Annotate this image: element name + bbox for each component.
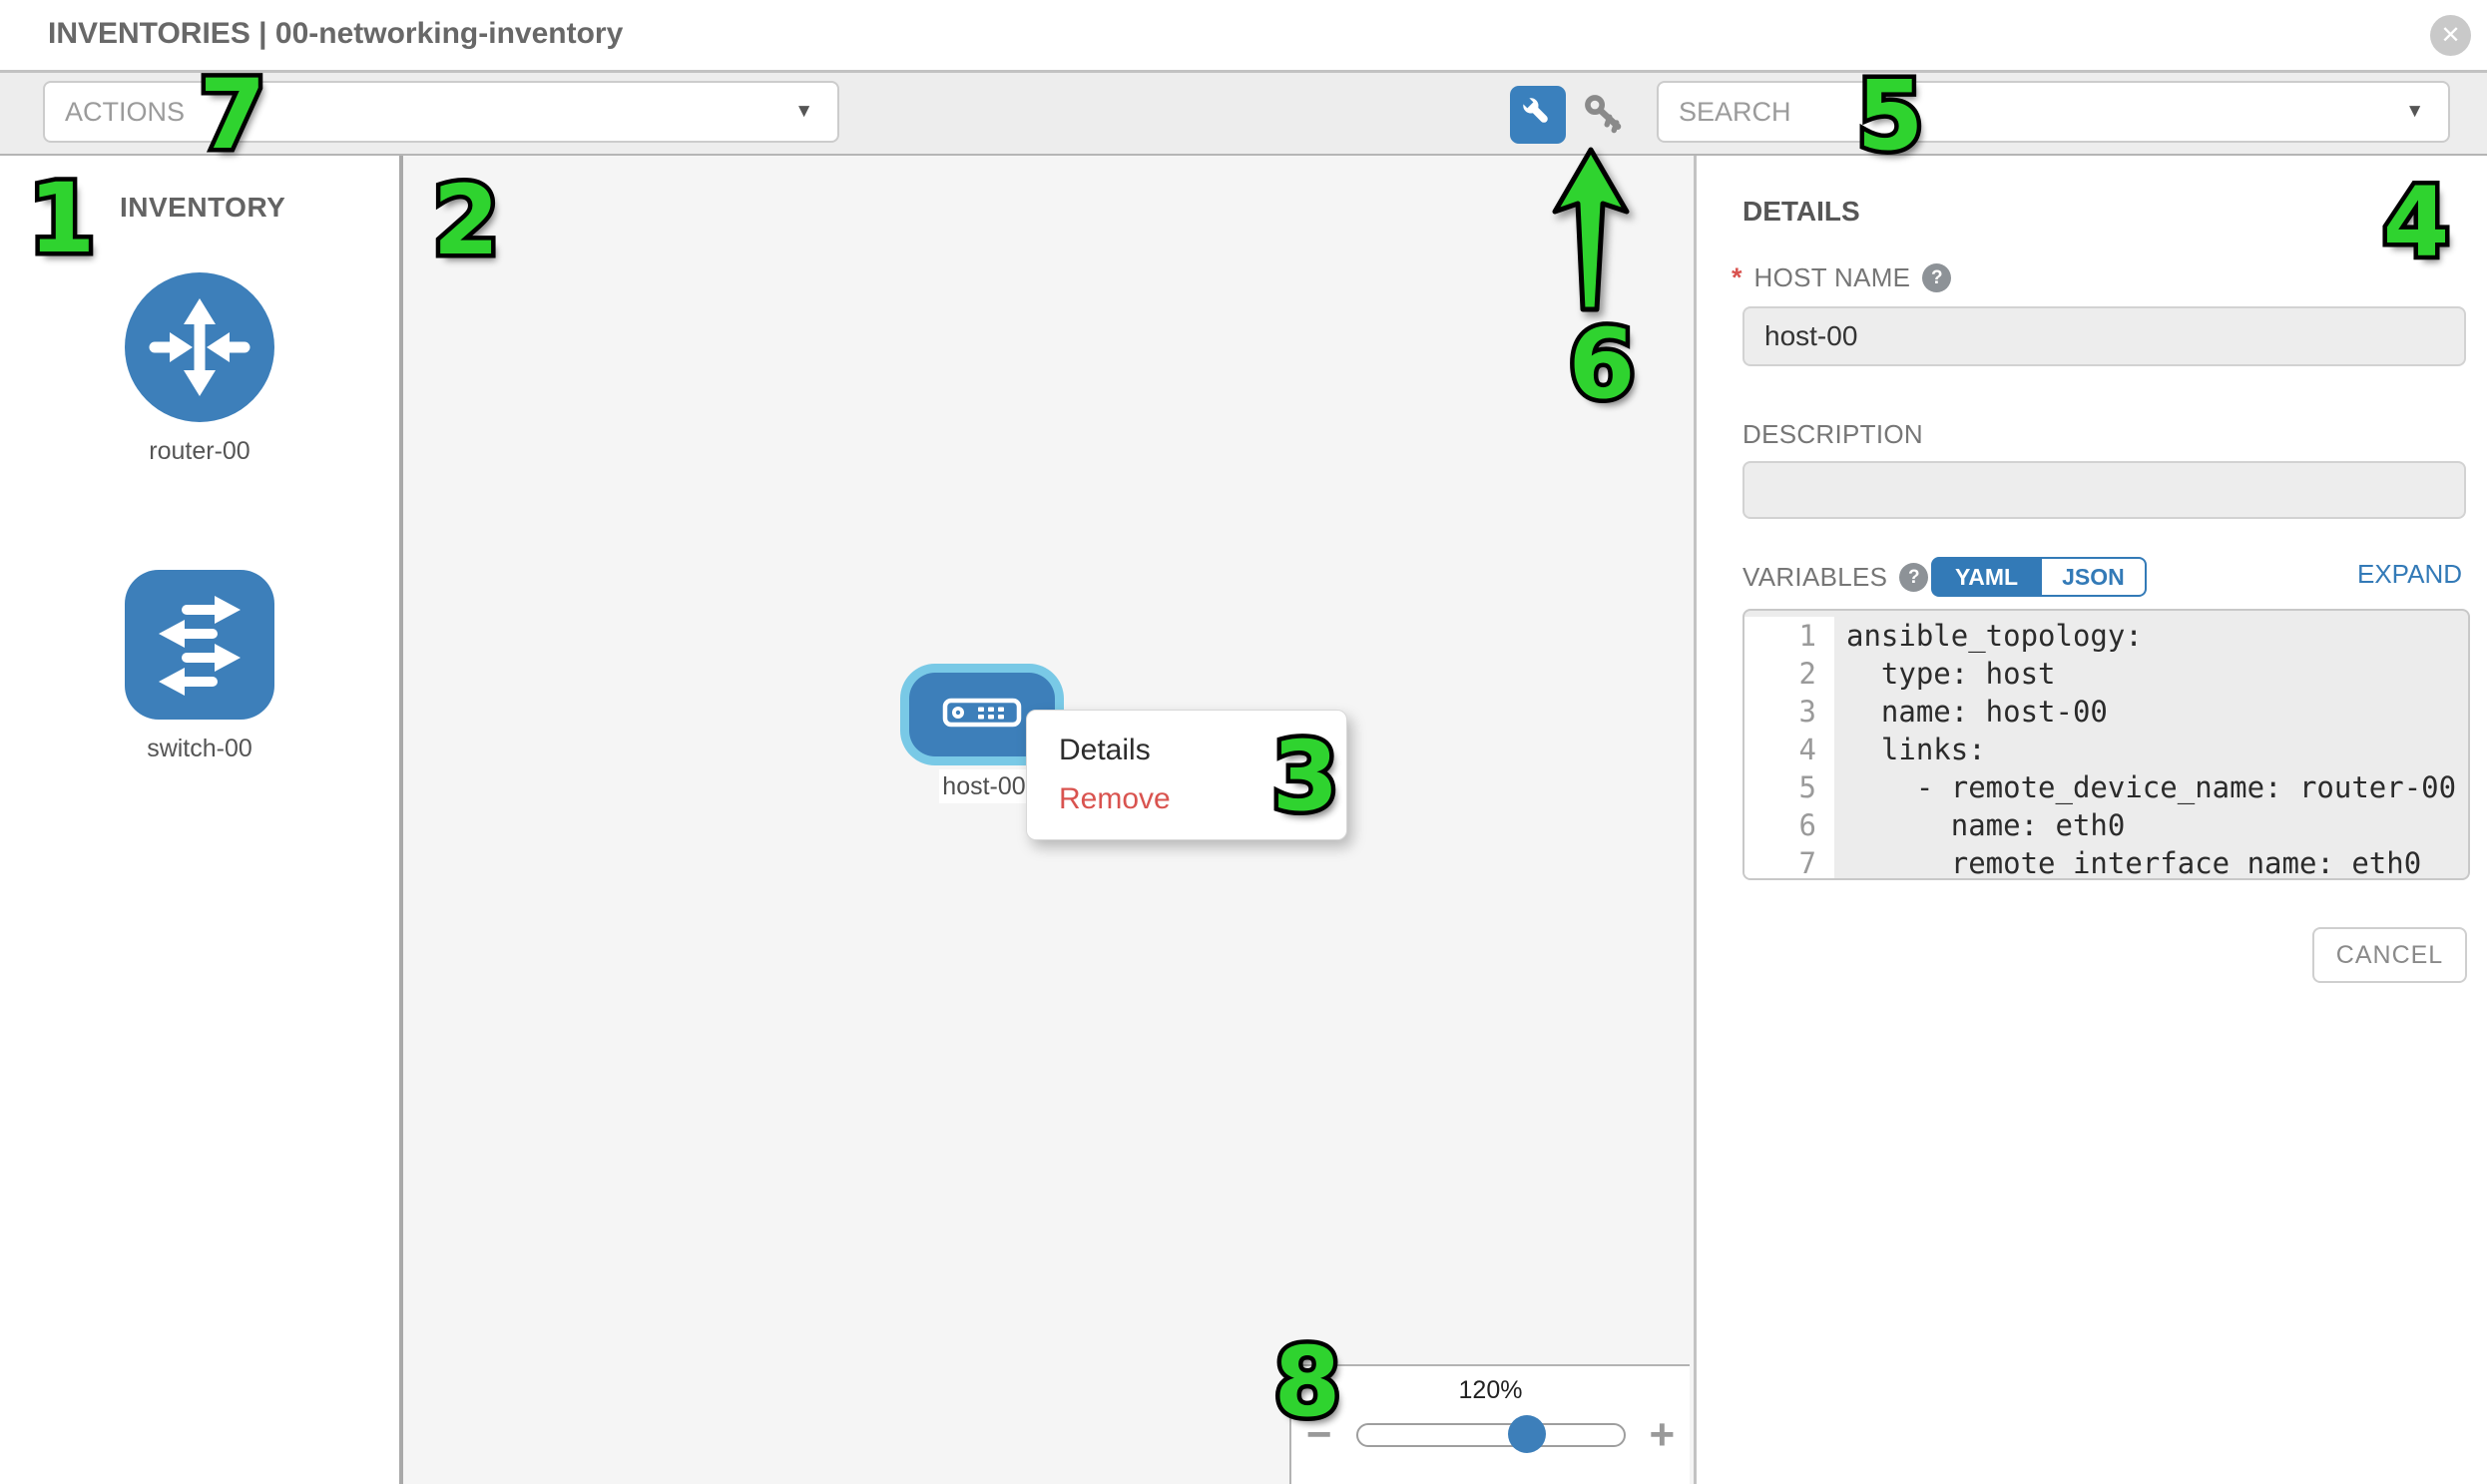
menu-item-remove[interactable]: Remove	[1059, 782, 1346, 816]
chevron-down-icon: ▼	[2405, 101, 2424, 123]
editor-line: 5 - remote_device_name: router-00	[1744, 768, 2468, 806]
line-text: remote_interface_name: eth0	[1834, 844, 2421, 880]
line-number: 4	[1744, 731, 1834, 768]
details-panel-title: DETAILS	[1742, 196, 1860, 228]
sidebar-item-router[interactable]: router-00	[125, 272, 274, 466]
zoom-slider-handle[interactable]	[1508, 1415, 1546, 1453]
line-text: ansible_topology:	[1834, 617, 2143, 655]
editor-line: 6 name: eth0	[1744, 806, 2468, 844]
editor-line: 4 links:	[1744, 731, 2468, 768]
actions-dropdown[interactable]: ACTIONS ▼	[43, 81, 839, 143]
zoom-out-button[interactable]: −	[1306, 1413, 1332, 1457]
required-asterisk: *	[1732, 262, 1742, 293]
zoom-level-value: 120%	[1291, 1376, 1690, 1405]
breadcrumb: INVENTORIES | 00-networking-inventory	[48, 17, 623, 51]
page-header: INVENTORIES | 00-networking-inventory ✕	[0, 0, 2487, 70]
switch-icon	[125, 707, 274, 724]
variables-label: VARIABLES	[1742, 562, 1887, 593]
expand-link[interactable]: EXPAND	[2357, 559, 2462, 590]
line-number: 3	[1744, 693, 1834, 731]
line-text: name: host-00	[1834, 693, 2108, 731]
zoom-in-button[interactable]: +	[1650, 1413, 1676, 1457]
search-dropdown[interactable]: SEARCH ▼	[1657, 81, 2450, 143]
variables-code-editor[interactable]: 1 ansible_topology: 2 type: host 3 name:…	[1742, 609, 2470, 880]
description-input[interactable]	[1742, 461, 2466, 519]
line-number: 1	[1744, 617, 1834, 655]
help-icon[interactable]: ?	[1899, 563, 1928, 592]
sidebar-item-switch[interactable]: switch-00	[125, 570, 274, 763]
editor-line: 1 ansible_topology:	[1744, 611, 2468, 655]
line-number: 5	[1744, 768, 1834, 806]
help-glyph: ?	[1931, 267, 1943, 289]
toolbar: ACTIONS ▼ SEARCH ▼	[0, 70, 2487, 156]
node-context-menu: Details Remove	[1026, 710, 1347, 840]
cancel-button[interactable]: CANCEL	[2312, 927, 2467, 983]
line-number: 6	[1744, 806, 1834, 844]
menu-item-details[interactable]: Details	[1059, 734, 1346, 767]
host-name-input[interactable]	[1742, 306, 2466, 366]
line-text: name: eth0	[1834, 806, 2125, 844]
help-icon[interactable]: ?	[1922, 263, 1951, 292]
sidebar-title: INVENTORY	[120, 192, 285, 224]
host-name-label: HOST NAME	[1754, 262, 1911, 293]
sidebar-item-label: router-00	[125, 437, 274, 466]
host-name-label-row: * HOST NAME ?	[1732, 262, 1951, 293]
line-text: type: host	[1834, 655, 2056, 693]
json-toggle-button[interactable]: JSON	[2042, 557, 2147, 597]
yaml-toggle-button[interactable]: YAML	[1931, 557, 2042, 597]
close-icon[interactable]: ✕	[2430, 15, 2471, 56]
description-label-row: DESCRIPTION	[1742, 419, 1923, 450]
configure-topology-button[interactable]	[1510, 86, 1566, 144]
key-icon	[1581, 91, 1627, 142]
editor-line: 7 remote_interface_name: eth0	[1744, 844, 2468, 880]
actions-dropdown-label: ACTIONS	[45, 97, 794, 128]
zoom-slider-track[interactable]	[1356, 1423, 1626, 1447]
router-icon	[125, 409, 274, 426]
description-label: DESCRIPTION	[1742, 419, 1923, 450]
editor-line: 3 name: host-00	[1744, 693, 2468, 731]
line-text: links:	[1834, 731, 1986, 768]
close-glyph: ✕	[2440, 21, 2460, 50]
zoom-control: 120% − +	[1289, 1364, 1690, 1484]
line-number: 7	[1744, 844, 1834, 880]
editor-line: 2 type: host	[1744, 655, 2468, 693]
chevron-down-icon: ▼	[794, 101, 813, 123]
host-icon	[942, 698, 1022, 733]
sidebar-item-label: switch-00	[125, 735, 274, 763]
line-number: 2	[1744, 655, 1834, 693]
search-dropdown-label: SEARCH	[1659, 97, 2405, 128]
variables-format-toggle: YAML JSON	[1931, 557, 2147, 597]
wrench-icon	[1519, 94, 1557, 137]
variables-label-row: VARIABLES ?	[1742, 562, 1928, 593]
line-text: - remote_device_name: router-00	[1834, 768, 2456, 806]
host-node-label: host-00	[939, 769, 1029, 803]
key-credentials-button[interactable]	[1581, 93, 1627, 139]
help-glyph: ?	[1908, 567, 1920, 589]
